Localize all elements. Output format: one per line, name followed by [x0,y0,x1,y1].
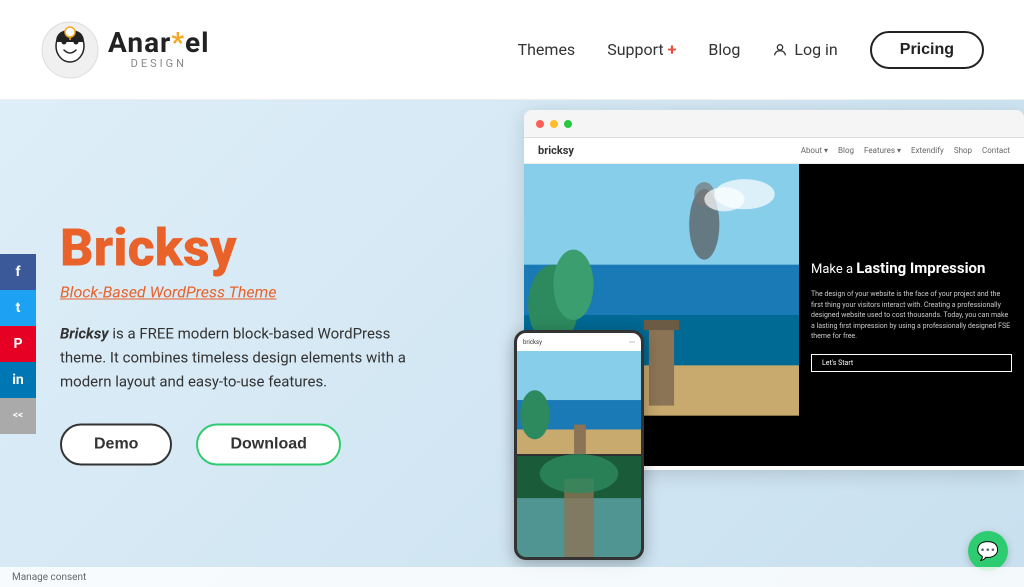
download-button[interactable]: Download [196,423,340,465]
mobile-browser-bar: bricksy ⋯ [517,333,641,351]
dot-red [536,120,544,128]
nav-support[interactable]: Support + [607,40,676,59]
main-nav: Themes Support + Blog Log in Pricing [518,31,984,69]
hero-description: Bricksy is a FREE modern block-based Wor… [60,321,440,393]
desktop-site-name: bricksy [538,144,574,157]
mobile-mockup: bricksy ⋯ [514,330,644,560]
dot-yellow [550,120,558,128]
logo[interactable]: Anar*el DESIGN [40,20,210,80]
site-header: Anar*el DESIGN Themes Support + Blog Log… [0,0,1024,100]
hero-section: f t P in << Bricksy Block-Based WordPres… [0,100,1024,587]
user-icon [772,42,788,58]
hero-mockup: bricksy About ▾ Blog Features ▾ Extendif… [464,110,1024,580]
dot-green [564,120,572,128]
facebook-button[interactable]: f [0,254,36,290]
consent-bar: Manage consent [0,567,1024,587]
collapse-button[interactable]: << [0,398,36,434]
twitter-button[interactable]: t [0,290,36,326]
hero-buttons: Demo Download [60,423,440,465]
logo-sub: DESIGN [108,57,210,70]
hero-subtitle: Block-Based WordPress Theme [60,282,440,301]
desktop-nav-items: About ▾ Blog Features ▾ Extendify Shop C… [801,146,1010,155]
hero-title: Bricksy [60,222,440,274]
desktop-browser-bar [524,110,1024,138]
consent-text: Manage consent [12,572,86,583]
pinterest-button[interactable]: P [0,326,36,362]
mobile-image [517,351,641,557]
linkedin-button[interactable]: in [0,362,36,398]
logo-name: Anar*el [108,29,210,57]
chat-bubble[interactable]: 💬 [968,531,1008,571]
pricing-button[interactable]: Pricing [870,31,984,69]
social-sidebar: f t P in << [0,254,36,434]
desktop-body-text: The design of your website is the face o… [811,289,1012,342]
mobile-site-name: bricksy [523,339,542,346]
desktop-cta-button[interactable]: Let's Start [811,354,1012,372]
mobile-content-area [517,351,641,557]
desktop-headline: Make a Lasting Impression [811,258,1012,279]
logo-star: * [171,26,185,59]
mobile-bar-icon: ⋯ [629,339,635,346]
logo-text: Anar*el DESIGN [108,29,210,70]
logo-icon [40,20,100,80]
twitter-icon: t [16,300,21,316]
chat-icon: 💬 [977,541,999,562]
nav-themes[interactable]: Themes [518,40,576,59]
demo-button[interactable]: Demo [60,423,172,465]
desktop-site-nav: bricksy About ▾ Blog Features ▾ Extendif… [524,138,1024,164]
nav-blog[interactable]: Blog [708,40,740,59]
desktop-text-column: Make a Lasting Impression The design of … [799,164,1024,466]
nav-login[interactable]: Log in [772,40,837,59]
support-plus-icon: + [668,40,677,59]
hero-content: Bricksy Block-Based WordPress Theme Bric… [60,222,440,465]
